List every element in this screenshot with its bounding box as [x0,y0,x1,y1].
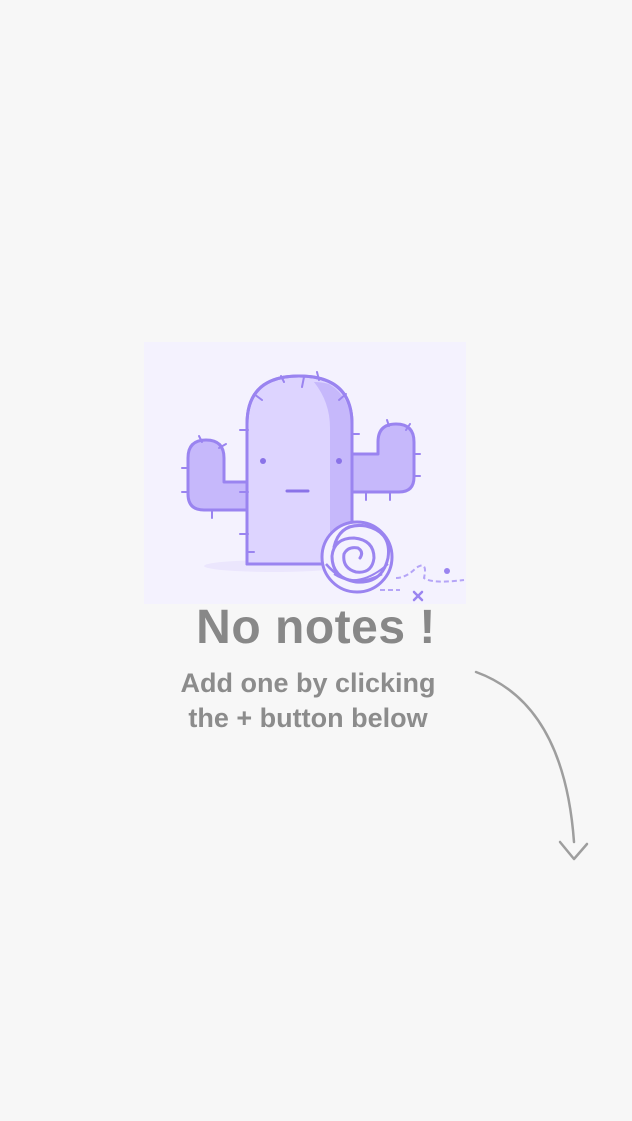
curved-arrow-down-icon [470,664,600,869]
empty-state-title: No notes ! [196,601,436,654]
empty-state-illustration [144,342,466,604]
notes-screen: No notes ! Add one by clicking the + but… [0,0,632,1121]
cactus-icon [144,342,466,604]
